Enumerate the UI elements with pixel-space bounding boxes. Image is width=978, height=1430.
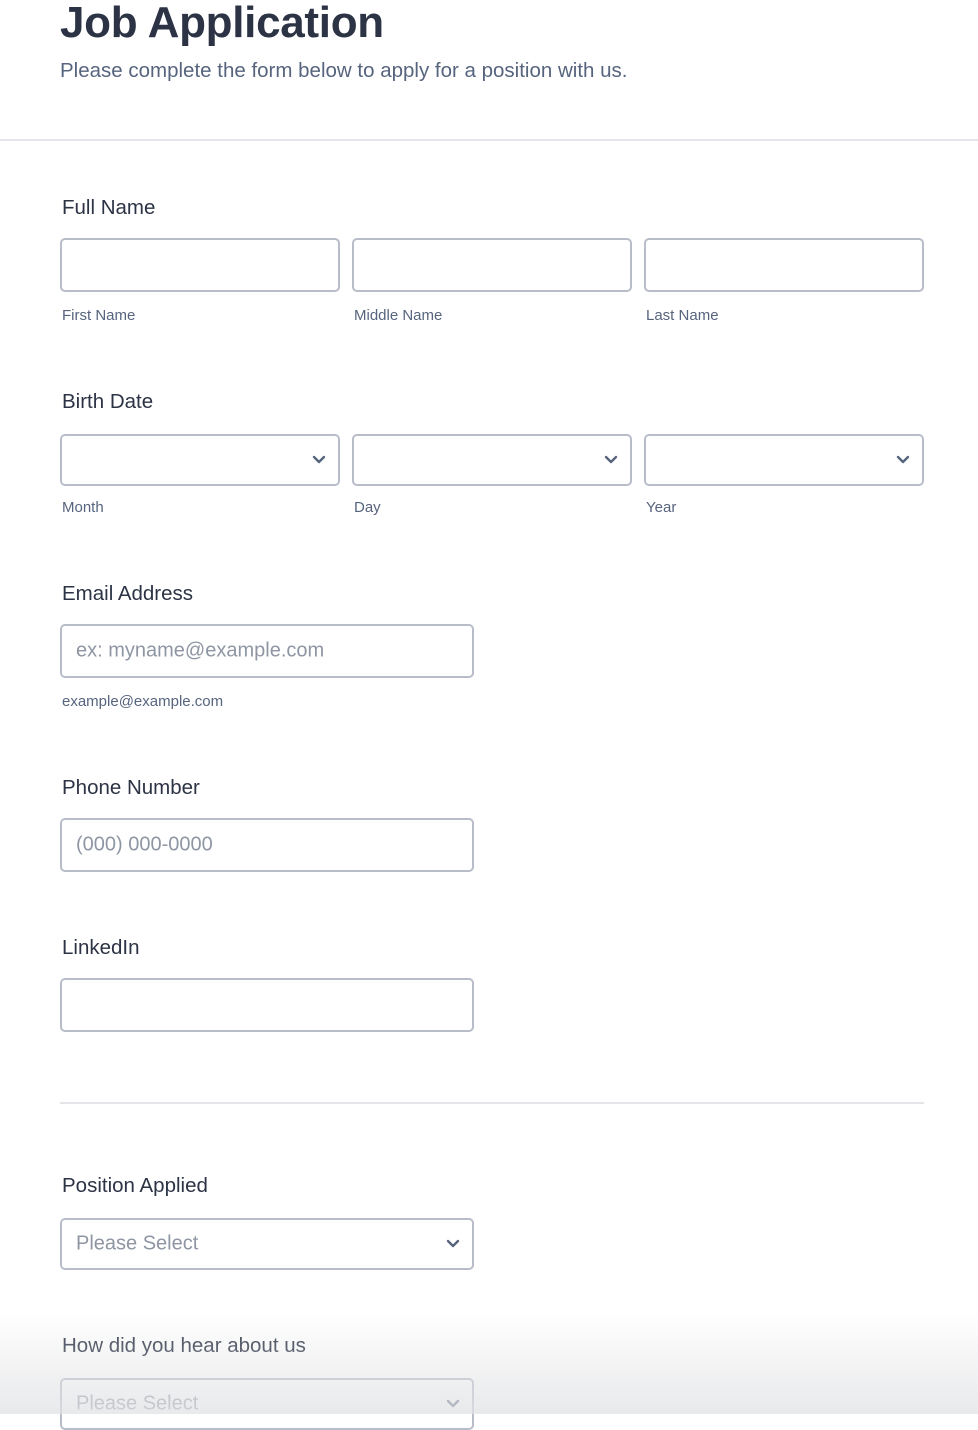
section-divider	[60, 1102, 924, 1104]
last-name-sublabel: Last Name	[646, 307, 719, 324]
chevron-down-icon	[604, 455, 618, 464]
linkedin-input[interactable]	[60, 978, 474, 1032]
email-placeholder: ex: myname@example.com	[76, 639, 325, 662]
chevron-down-icon	[896, 455, 910, 464]
year-select[interactable]	[644, 434, 924, 486]
middle-name-sublabel: Middle Name	[354, 307, 443, 324]
chevron-down-icon	[312, 455, 326, 464]
linkedin-label: LinkedIn	[62, 936, 140, 959]
day-sublabel: Day	[354, 499, 381, 516]
page-title: Job Application	[60, 0, 384, 47]
position-select[interactable]: Please Select	[60, 1218, 474, 1270]
chevron-down-icon	[446, 1239, 460, 1248]
form-header: Job Application Please complete the form…	[0, 0, 978, 141]
month-select[interactable]	[60, 434, 340, 486]
email-sublabel: example@example.com	[62, 693, 224, 710]
chevron-down-icon	[446, 1399, 460, 1408]
phone-input[interactable]: (000) 000-0000	[60, 818, 474, 872]
email-label: Email Address	[62, 582, 194, 605]
referral-label: How did you hear about us	[62, 1334, 306, 1357]
middle-name-input[interactable]	[352, 238, 632, 292]
referral-select[interactable]: Please Select	[60, 1378, 474, 1430]
position-label: Position Applied	[62, 1174, 208, 1197]
birth-date-label: Birth Date	[62, 390, 154, 413]
referral-selected: Please Select	[76, 1392, 199, 1415]
email-input[interactable]: ex: myname@example.com	[60, 624, 474, 678]
first-name-input[interactable]	[60, 238, 340, 292]
full-name-label: Full Name	[62, 196, 156, 219]
page-subtitle: Please complete the form below to apply …	[60, 59, 628, 82]
position-selected: Please Select	[76, 1232, 199, 1255]
day-select[interactable]	[352, 434, 632, 486]
month-sublabel: Month	[62, 499, 104, 516]
year-sublabel: Year	[646, 499, 677, 516]
last-name-input[interactable]	[644, 238, 924, 292]
phone-placeholder: (000) 000-0000	[76, 833, 213, 856]
phone-label: Phone Number	[62, 776, 200, 799]
first-name-sublabel: First Name	[62, 307, 136, 324]
